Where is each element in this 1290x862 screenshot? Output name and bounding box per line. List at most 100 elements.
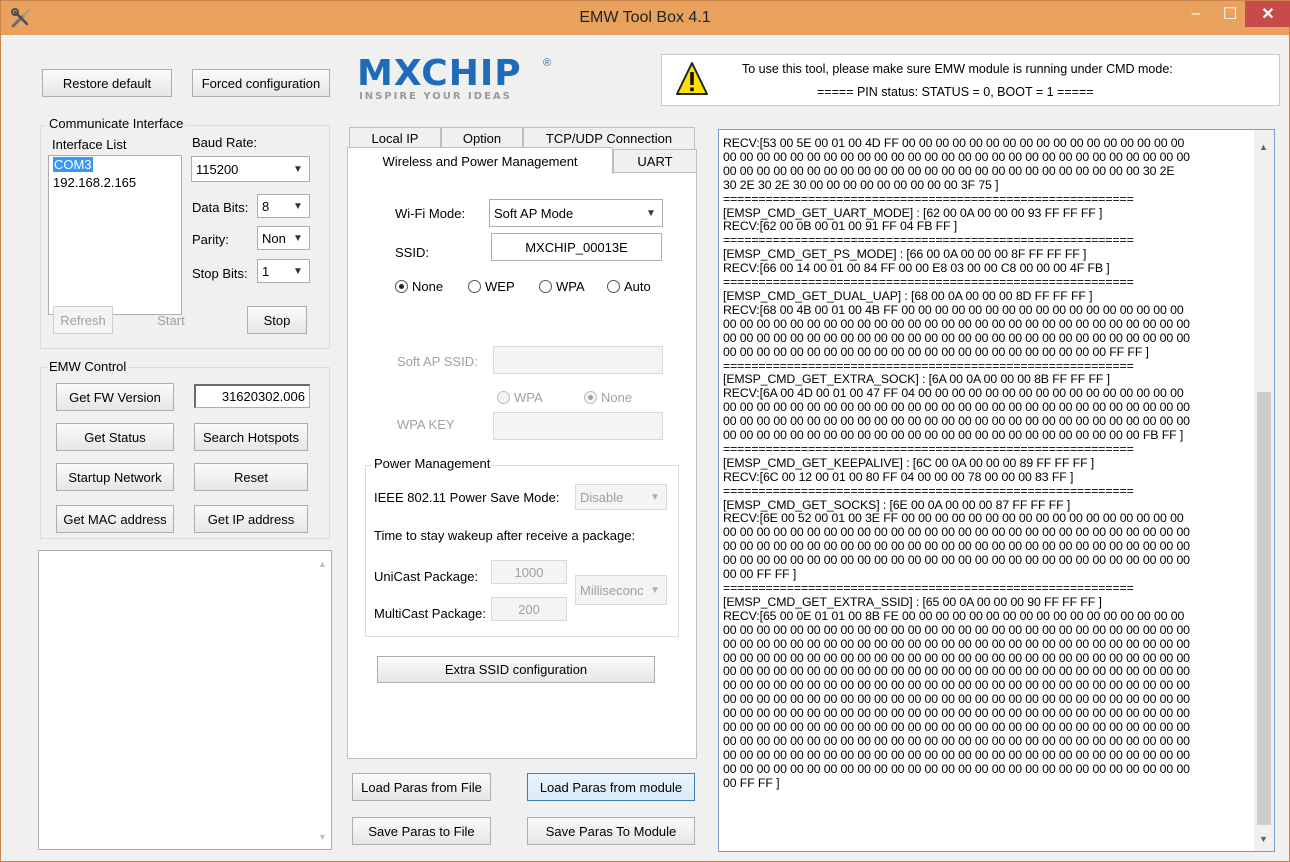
- chevron-down-icon: ▼: [650, 491, 660, 503]
- status-text-area[interactable]: ▲ ▼: [38, 550, 332, 850]
- refresh-button[interactable]: Refresh: [53, 306, 113, 334]
- soft-ap-ssid-input[interactable]: [493, 346, 663, 374]
- fw-version-field: 31620302.006: [194, 384, 310, 408]
- log-line: 00 00 00 00 00 00 00 00 00 00 00 00 00 0…: [723, 316, 1190, 331]
- logo-registered-mark: ®: [543, 57, 552, 69]
- power-save-mode-select[interactable]: Disable ▼: [575, 484, 667, 510]
- save-paras-to-file-button[interactable]: Save Paras to File: [352, 817, 491, 845]
- chevron-down-icon: ▼: [293, 200, 303, 212]
- security-wpa-radio[interactable]: WPA: [539, 279, 585, 294]
- data-bits-select[interactable]: 8 ▼: [257, 194, 310, 218]
- warning-icon: [676, 62, 708, 95]
- log-line: 00 00 00 00 00 00 00 00 00 00 00 00 00 0…: [723, 330, 1190, 345]
- log-line: ========================================…: [723, 483, 1134, 498]
- tab-tcp-udp-connection[interactable]: TCP/UDP Connection: [523, 127, 695, 149]
- parity-select[interactable]: Non ▼: [257, 226, 310, 250]
- startup-network-button[interactable]: Startup Network: [56, 463, 174, 491]
- stop-bits-label: Stop Bits:: [192, 266, 248, 281]
- time-unit-select[interactable]: Milliseconc ▼: [575, 575, 667, 605]
- soft-ap-none-radio[interactable]: None: [584, 390, 632, 405]
- log-line: RECV:[53 00 5E 00 01 00 4D FF 00 00 00 0…: [723, 136, 1185, 150]
- unicast-label: UniCast Package:: [374, 569, 479, 584]
- log-line: [EMSP_CMD_GET_SOCKS] : [6E 00 0A 00 00 0…: [723, 497, 1071, 512]
- wifi-mode-select[interactable]: Soft AP Mode ▼: [489, 199, 663, 227]
- reset-button[interactable]: Reset: [194, 463, 308, 491]
- log-line: 00 00 00 00 00 00 00 00 00 00 00 00 00 0…: [723, 747, 1190, 762]
- log-line: RECV:[62 00 0B 00 01 00 91 FF 04 FB FF ]: [723, 219, 958, 234]
- title-bar[interactable]: EMW Tool Box 4.1 – ☐ ✕: [1, 1, 1290, 35]
- start-button[interactable]: Start: [141, 306, 201, 334]
- ssid-input[interactable]: MXCHIP_00013E: [491, 233, 662, 261]
- soft-ap-wpa-radio[interactable]: WPA: [497, 390, 543, 405]
- log-line: 00 00 00 00 00 00 00 00 00 00 00 00 00 0…: [723, 650, 1190, 665]
- log-text: RECV:[53 00 5E 00 01 00 4D FF 00 00 00 0…: [723, 136, 1243, 791]
- log-line: 00 00 00 00 00 00 00 00 00 00 00 00 00 0…: [723, 678, 1190, 693]
- forced-configuration-button[interactable]: Forced configuration: [192, 69, 330, 97]
- security-wep-radio[interactable]: WEP: [468, 279, 515, 294]
- log-line: 00 00 FF FF ]: [723, 567, 797, 582]
- log-line: [EMSP_CMD_GET_UART_MODE] : [62 00 0A 00 …: [723, 205, 1103, 220]
- tab-option[interactable]: Option: [441, 127, 523, 149]
- chevron-down-icon: ▼: [293, 232, 303, 244]
- scroll-down-icon[interactable]: ▼: [314, 828, 331, 845]
- communicate-interface-title: Communicate Interface: [47, 116, 186, 131]
- tab-uart[interactable]: UART: [613, 149, 697, 173]
- stop-bits-select[interactable]: 1 ▼: [257, 259, 310, 283]
- log-line: 00 00 00 00 00 00 00 00 00 00 00 00 00 0…: [723, 664, 1190, 679]
- log-output[interactable]: RECV:[53 00 5E 00 01 00 4D FF 00 00 00 0…: [718, 129, 1275, 852]
- get-fw-version-button[interactable]: Get FW Version: [56, 383, 174, 411]
- power-save-mode-label: IEEE 802.11 Power Save Mode:: [374, 490, 560, 505]
- notice-line-1: To use this tool, please make sure EMW m…: [742, 62, 1173, 76]
- chevron-down-icon: ▼: [293, 163, 303, 175]
- interface-item-com3[interactable]: COM3: [49, 156, 181, 174]
- load-paras-from-file-button[interactable]: Load Paras from File: [352, 773, 491, 801]
- log-line: 00 00 00 00 00 00 00 00 00 00 00 00 00 0…: [723, 706, 1190, 721]
- log-line: 00 00 00 00 00 00 00 00 00 00 00 00 00 0…: [723, 163, 1175, 178]
- log-line: [EMSP_CMD_GET_EXTRA_SSID] : [65 00 0A 00…: [723, 594, 1102, 609]
- maximize-button[interactable]: ☐: [1213, 1, 1247, 27]
- get-mac-address-button[interactable]: Get MAC address: [56, 505, 174, 533]
- log-line: [EMSP_CMD_GET_EXTRA_SOCK] : [6A 00 0A 00…: [723, 372, 1110, 387]
- tab-local-ip[interactable]: Local IP: [349, 127, 441, 149]
- baud-rate-select[interactable]: 115200 ▼: [191, 156, 310, 182]
- log-line: 00 00 00 00 00 00 00 00 00 00 00 00 00 0…: [723, 400, 1190, 415]
- log-line: ========================================…: [723, 581, 1134, 595]
- wpa-key-input[interactable]: [493, 412, 663, 440]
- restore-default-button[interactable]: Restore default: [42, 69, 172, 97]
- parity-label: Parity:: [192, 232, 229, 247]
- stop-button[interactable]: Stop: [247, 306, 307, 334]
- soft-ap-ssid-label: Soft AP SSID:: [397, 354, 478, 369]
- wpa-key-label: WPA KEY: [397, 417, 455, 432]
- scroll-up-icon[interactable]: ▲: [1255, 138, 1272, 155]
- multicast-input[interactable]: 200: [491, 597, 567, 621]
- log-scrollbar[interactable]: ▲ ▼: [1254, 130, 1274, 851]
- log-line: 00 00 00 00 00 00 00 00 00 00 00 00 00 0…: [723, 692, 1190, 707]
- log-line: ========================================…: [723, 358, 1134, 373]
- log-line: 30 2E 30 2E 30 00 00 00 00 00 00 00 00 0…: [723, 177, 999, 192]
- security-auto-radio[interactable]: Auto: [607, 279, 651, 294]
- tab-wireless-power[interactable]: Wireless and Power Management: [347, 147, 613, 174]
- get-status-button[interactable]: Get Status: [56, 423, 174, 451]
- search-hotspots-button[interactable]: Search Hotspots: [194, 423, 308, 451]
- log-line: RECV:[65 00 0E 01 01 00 8B FE 00 00 00 0…: [723, 608, 1185, 623]
- log-line: 00 FF FF ]: [723, 775, 780, 790]
- minimize-button[interactable]: –: [1179, 1, 1213, 27]
- data-bits-label: Data Bits:: [192, 200, 249, 215]
- extra-ssid-configuration-button[interactable]: Extra SSID configuration: [377, 656, 655, 683]
- scroll-down-icon[interactable]: ▼: [1255, 830, 1272, 847]
- notice-line-2: ===== PIN status: STATUS = 0, BOOT = 1 =…: [817, 85, 1094, 99]
- load-paras-from-module-button[interactable]: Load Paras from module: [527, 773, 695, 801]
- log-line: [EMSP_CMD_GET_KEEPALIVE] : [6C 00 0A 00 …: [723, 455, 1095, 470]
- status-scrollbar[interactable]: ▲ ▼: [314, 551, 331, 849]
- interface-listbox[interactable]: COM3 192.168.2.165: [48, 155, 182, 315]
- save-paras-to-module-button[interactable]: Save Paras To Module: [527, 817, 695, 845]
- security-none-radio[interactable]: None: [395, 279, 443, 294]
- scroll-up-icon[interactable]: ▲: [314, 555, 331, 572]
- get-ip-address-button[interactable]: Get IP address: [194, 505, 308, 533]
- log-line: ========================================…: [723, 275, 1134, 290]
- close-button[interactable]: ✕: [1245, 1, 1290, 27]
- scroll-thumb[interactable]: [1257, 392, 1271, 825]
- interface-item-ip[interactable]: 192.168.2.165: [49, 174, 181, 192]
- unicast-input[interactable]: 1000: [491, 560, 567, 584]
- log-line: 00 00 00 00 00 00 00 00 00 00 00 00 00 0…: [723, 733, 1190, 748]
